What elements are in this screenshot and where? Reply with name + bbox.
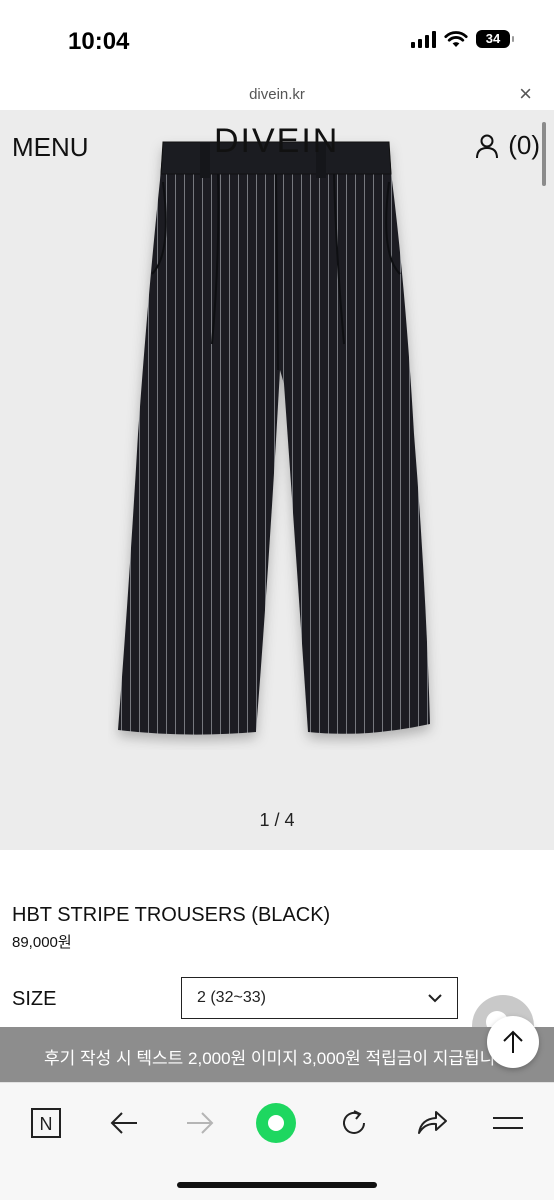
naver-n-icon[interactable]: N: [24, 1101, 68, 1145]
back-arrow-icon[interactable]: [102, 1101, 146, 1145]
user-icon[interactable]: [474, 133, 500, 159]
share-icon[interactable]: [410, 1101, 454, 1145]
home-indicator: [177, 1182, 377, 1188]
wifi-icon: [444, 31, 468, 47]
size-label: SIZE: [12, 988, 57, 1010]
green-dot-icon[interactable]: [254, 1101, 298, 1145]
cellular-signal-icon: [411, 30, 436, 48]
menu-icon[interactable]: [486, 1101, 530, 1145]
battery-icon: 34: [476, 30, 514, 48]
size-select[interactable]: 2 (32~33): [181, 977, 458, 1019]
brand-logo[interactable]: DIVEIN: [214, 122, 339, 161]
product-gallery[interactable]: MENU DIVEIN (0) 1 / 4: [0, 110, 554, 850]
url-bar[interactable]: divein.kr ×: [0, 80, 554, 110]
naver-letter: N: [40, 1114, 53, 1134]
status-icons: 34: [411, 30, 514, 48]
menu-button[interactable]: MENU: [12, 132, 89, 163]
account-cart-area[interactable]: (0): [474, 130, 540, 161]
promo-banner: 후기 작성 시 텍스트 2,000원 이미지 3,000원 적립금이 지급됩니다: [0, 1027, 554, 1082]
product-price: 89,000원: [12, 934, 72, 951]
arrow-up-icon: [503, 1030, 523, 1053]
scroll-to-top-button[interactable]: [487, 1016, 539, 1068]
status-time: 10:04: [68, 28, 130, 55]
chevron-down-icon[interactable]: [427, 990, 443, 1006]
status-bar: 10:04 34: [0, 0, 554, 80]
size-selected-value[interactable]: 2 (32~33): [197, 989, 266, 1007]
product-name: HBT STRIPE TROUSERS (BLACK): [12, 904, 331, 926]
url-domain[interactable]: divein.kr: [0, 86, 554, 103]
cart-count[interactable]: (0): [508, 130, 540, 161]
scroll-indicator: [542, 122, 546, 186]
close-icon[interactable]: ×: [519, 82, 532, 106]
reload-icon[interactable]: [332, 1101, 376, 1145]
promo-banner-text: 후기 작성 시 텍스트 2,000원 이미지 3,000원 적립금이 지급됩니다: [44, 1049, 511, 1068]
product-image[interactable]: [108, 134, 448, 750]
forward-arrow-icon[interactable]: [178, 1101, 222, 1145]
image-counter: 1 / 4: [259, 810, 295, 830]
